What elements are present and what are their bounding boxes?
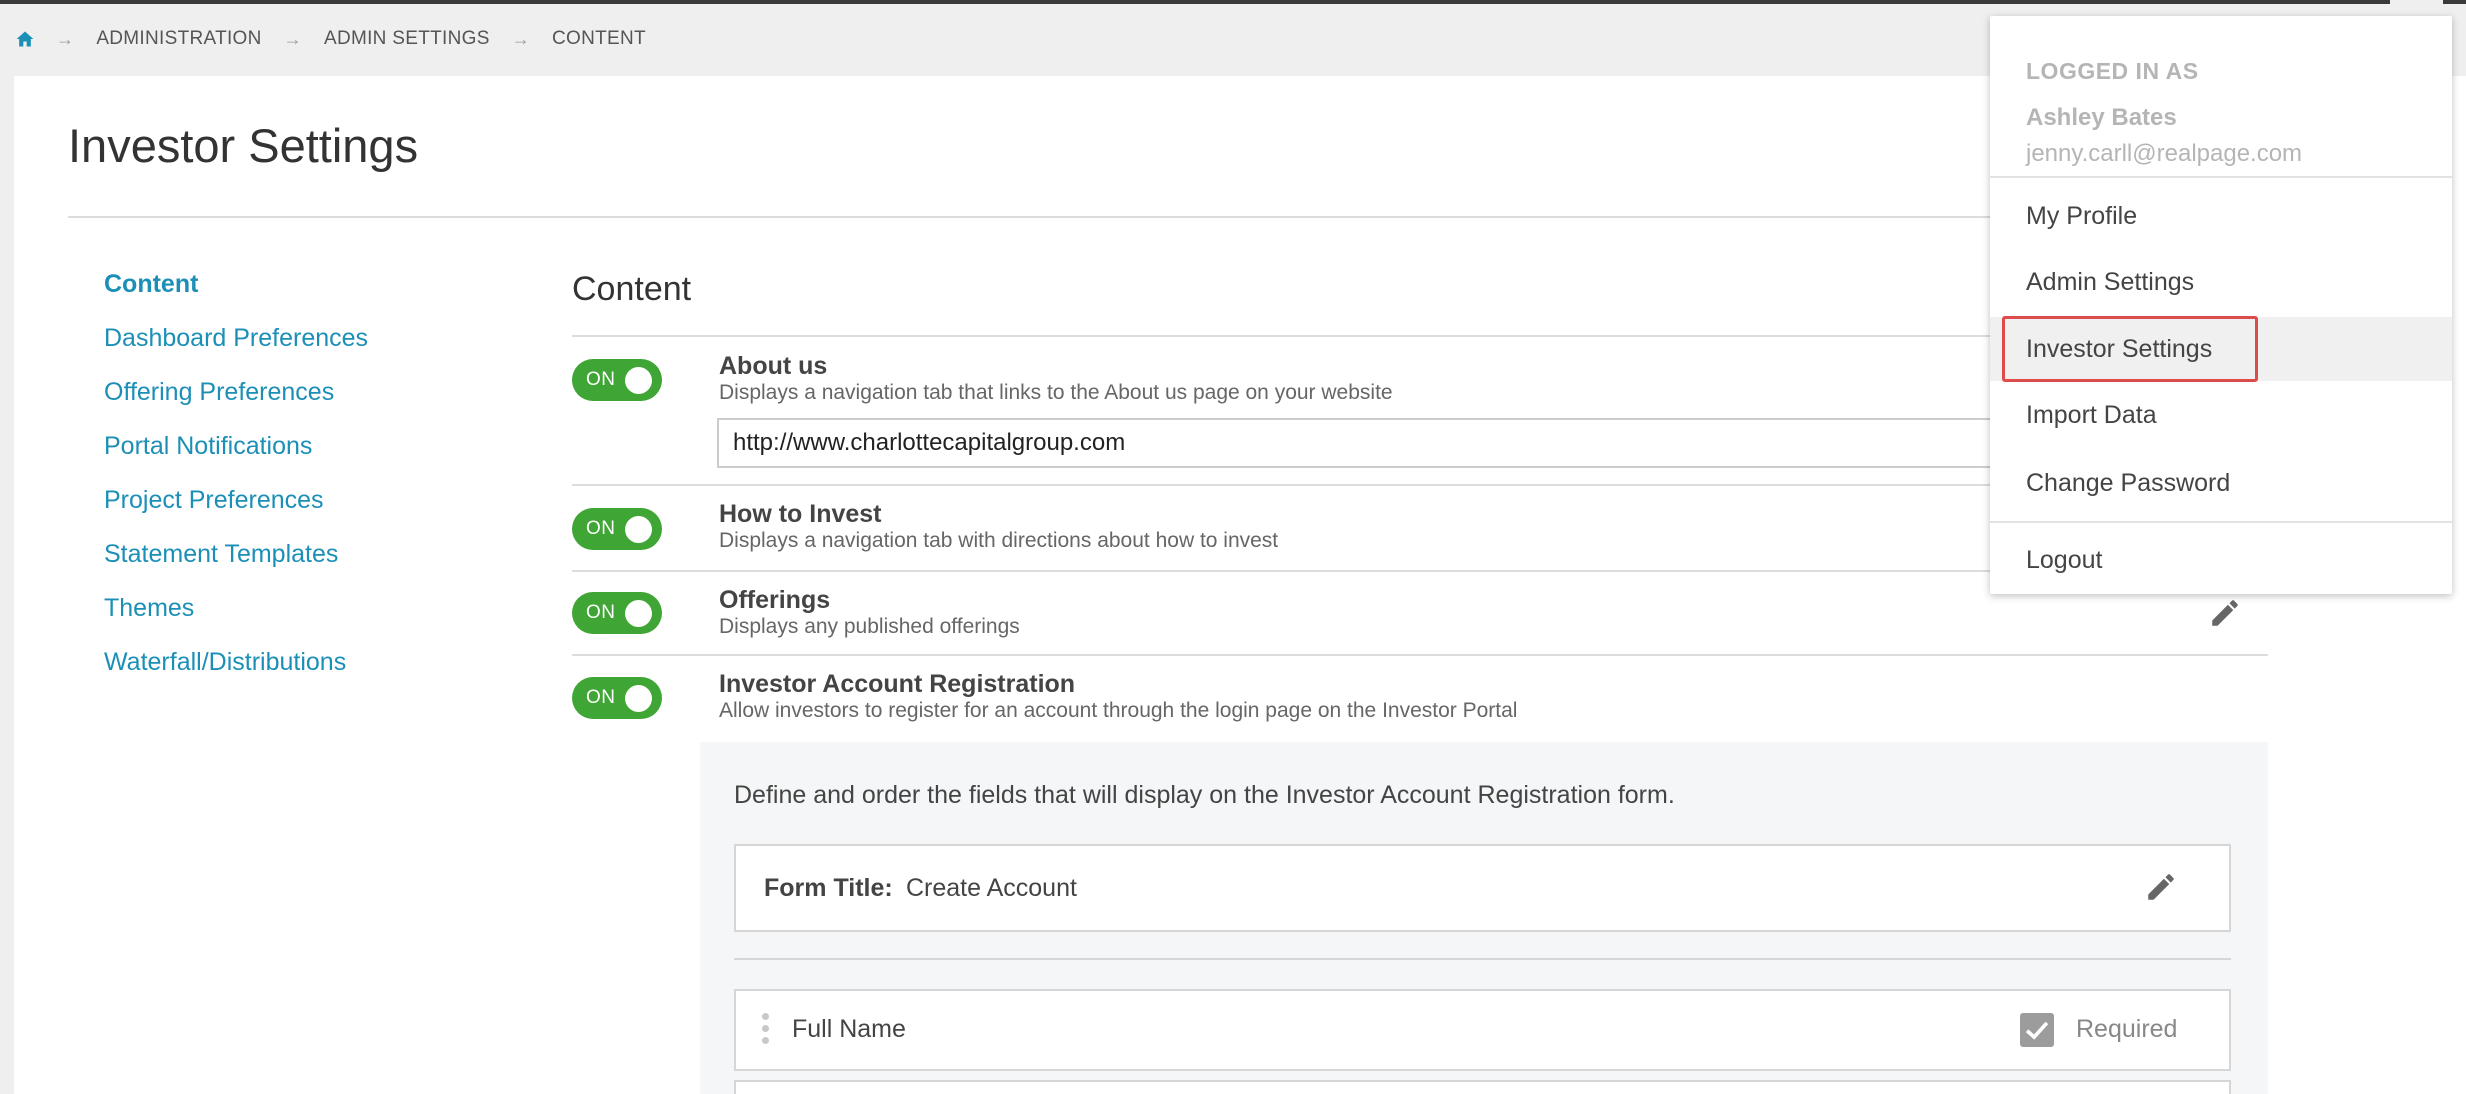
top-bar [0,0,2466,4]
sidenav-item-content[interactable]: Content [104,268,368,322]
toggle-label: ON [586,369,616,390]
sidenav-item-themes[interactable]: Themes [104,592,368,646]
checkbox-icon[interactable] [2020,1013,2054,1047]
menu-item-logout[interactable]: Logout [1990,528,2452,592]
pencil-icon[interactable] [2208,596,2242,630]
drag-handle-icon[interactable] [762,1013,770,1049]
user-email: jenny.carll@realpage.com [2026,140,2303,167]
form-title-value: Create Account [906,874,1077,902]
user-name: Ashley Bates [2026,104,2177,131]
menu-item-import-data[interactable]: Import Data [1990,383,2452,447]
sidenav-item-statement-templates[interactable]: Statement Templates [104,538,368,592]
investor-registration-description: Allow investors to register for an accou… [719,699,1518,722]
pencil-icon[interactable] [2144,870,2178,904]
toggle-label: ON [586,518,616,539]
highlight-box [2002,316,2258,382]
menu-item-admin-settings[interactable]: Admin Settings [1990,250,2452,314]
registration-field-row: Full Name Required [734,989,2231,1071]
field-name: Full Name [792,1015,906,1043]
toggle-knob [625,685,652,712]
toggle-label: ON [586,602,616,623]
registration-intro: Define and order the fields that will di… [734,781,1675,809]
investor-registration-toggle[interactable]: ON [572,677,662,719]
offerings-title: Offerings [719,586,831,614]
about-us-url-input[interactable] [717,418,2017,468]
how-to-invest-description: Displays a navigation tab with direction… [719,529,1279,552]
toggle-knob [625,367,652,394]
divider [572,654,2268,656]
breadcrumb-administration[interactable]: ADMINISTRATION [96,28,261,50]
breadcrumb-content: CONTENT [552,28,646,49]
menu-item-my-profile[interactable]: My Profile [1990,184,2452,248]
toggle-knob [625,516,652,543]
sidenav-item-waterfall-distributions[interactable]: Waterfall/Distributions [104,646,368,700]
how-to-invest-title: How to Invest [719,500,882,528]
sidenav-item-portal-notifications[interactable]: Portal Notifications [104,430,368,484]
about-us-toggle[interactable]: ON [572,359,662,401]
how-to-invest-toggle[interactable]: ON [572,508,662,550]
sidenav-item-project-preferences[interactable]: Project Preferences [104,484,368,538]
breadcrumb-admin-settings[interactable]: ADMIN SETTINGS [324,28,490,50]
toggle-label: ON [586,687,616,708]
registration-field-row [734,1080,2231,1094]
user-menu-dropdown: LOGGED IN AS Ashley Bates jenny.carll@re… [1990,16,2452,594]
section-title: Content [572,270,692,308]
chevron-right-icon: → [511,28,531,49]
offerings-description: Displays any published offerings [719,615,1020,638]
investor-registration-title: Investor Account Registration [719,670,1076,698]
about-us-description: Displays a navigation tab that links to … [719,381,1393,404]
breadcrumb: → ADMINISTRATION → ADMIN SETTINGS → CONT… [14,26,668,52]
sidenav-item-offering-preferences[interactable]: Offering Preferences [104,376,368,430]
chevron-right-icon: → [283,28,302,49]
offerings-toggle[interactable]: ON [572,592,662,634]
divider [734,958,2231,960]
form-title-label: Form Title: [764,874,893,902]
about-us-title: About us [719,352,828,380]
settings-sidenav: Content Dashboard Preferences Offering P… [104,268,368,700]
divider [68,216,2268,218]
page-title: Investor Settings [68,119,419,172]
toggle-knob [625,600,652,627]
menu-item-change-password[interactable]: Change Password [1990,451,2452,515]
top-bar-corner [2443,0,2466,4]
form-title-row: Form Title: Create Account [734,844,2231,932]
home-icon[interactable] [14,28,36,50]
divider [1990,521,2452,523]
chevron-right-icon: → [56,28,75,49]
required-label: Required [2076,1015,2178,1043]
divider [1990,176,2452,178]
sidenav-item-dashboard-preferences[interactable]: Dashboard Preferences [104,322,368,376]
logged-in-as-header: LOGGED IN AS [2026,58,2199,84]
